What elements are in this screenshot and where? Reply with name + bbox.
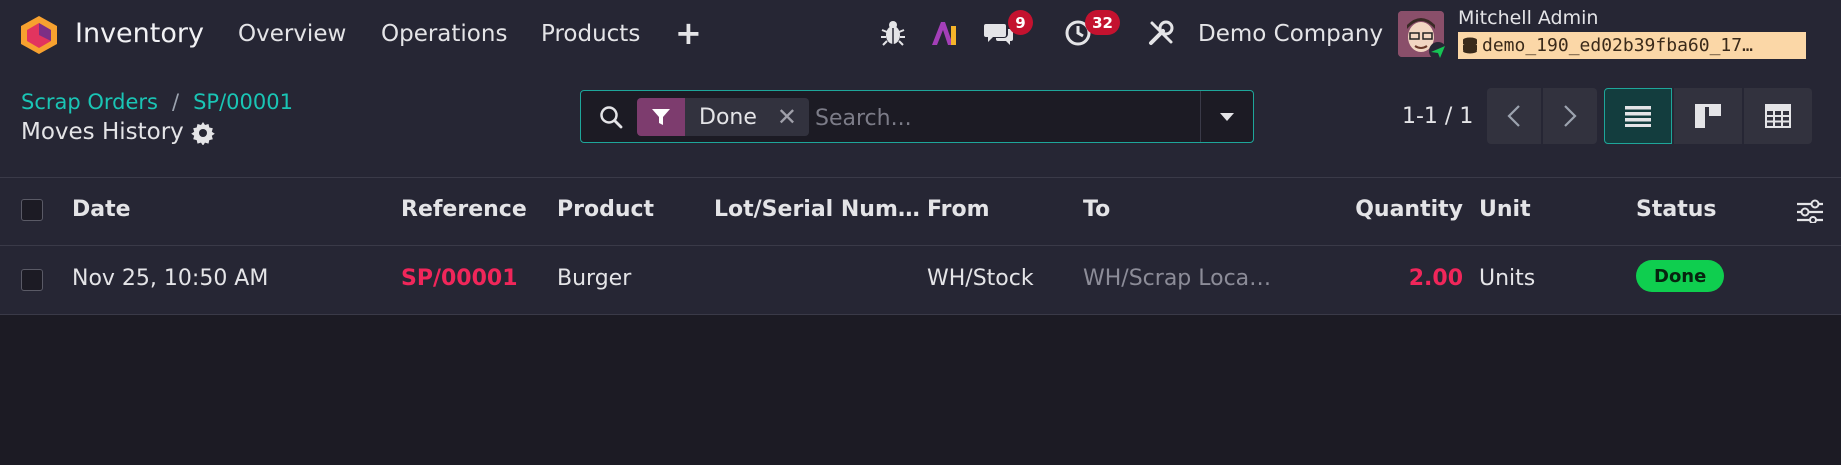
- facet-value: Done: [699, 104, 757, 130]
- row-select-checkbox[interactable]: [21, 269, 43, 291]
- breadcrumb: Scrap Orders / SP/00001: [21, 90, 293, 114]
- cell-date: Nov 25, 10:50 AM: [72, 266, 269, 291]
- pager-previous-button[interactable]: [1487, 88, 1541, 144]
- gear-icon[interactable]: [191, 121, 215, 145]
- breadcrumb-scrap-orders[interactable]: Scrap Orders: [21, 90, 158, 114]
- column-lot-serial[interactable]: Lot/Serial Num…: [714, 197, 920, 222]
- table-header: Date Reference Product Lot/Serial Num… F…: [0, 178, 1841, 246]
- select-all-checkbox[interactable]: [21, 199, 43, 221]
- settings-tools-icon[interactable]: [1146, 18, 1176, 48]
- top-navbar: Inventory Overview Operations Products +…: [0, 0, 1841, 68]
- search-options-toggle[interactable]: [1200, 91, 1253, 142]
- company-switcher[interactable]: Demo Company: [1198, 21, 1383, 47]
- control-panel: Scrap Orders / SP/00001 Moves History Done…: [0, 68, 1841, 178]
- online-status-plane-icon: [1429, 42, 1447, 60]
- pivot-view-button[interactable]: [1744, 88, 1812, 144]
- table-row[interactable]: Nov 25, 10:50 AM SP/00001 Burger WH/Stoc…: [0, 246, 1841, 315]
- filter-icon: [637, 98, 685, 136]
- column-reference[interactable]: Reference: [401, 197, 527, 222]
- list-view-button[interactable]: [1604, 88, 1672, 144]
- kanban-view-icon: [1695, 104, 1721, 128]
- optional-columns-toggle-icon[interactable]: [1797, 199, 1823, 223]
- messages-count-badge: 9: [1008, 10, 1033, 35]
- add-menu-button[interactable]: +: [675, 14, 702, 52]
- ai-assistant-icon[interactable]: [929, 18, 959, 48]
- search-facet-done: Done ✕: [637, 98, 809, 136]
- caret-down-icon: [1220, 112, 1234, 121]
- empty-list-area: [0, 315, 1841, 465]
- status-badge: Done: [1636, 260, 1725, 292]
- column-unit[interactable]: Unit: [1479, 197, 1531, 222]
- column-date[interactable]: Date: [72, 197, 131, 222]
- search-icon[interactable]: [598, 104, 624, 130]
- column-quantity[interactable]: Quantity: [1355, 197, 1463, 222]
- cell-reference[interactable]: SP/00001: [401, 266, 518, 291]
- database-name: demo_190_ed02b39fba60_17…: [1482, 35, 1753, 56]
- search-bar: Done ✕: [580, 90, 1254, 143]
- pivot-table-icon: [1765, 104, 1791, 128]
- cell-to: WH/Scrap Loca…: [1083, 266, 1272, 291]
- list-view-icon: [1625, 106, 1651, 127]
- app-name[interactable]: Inventory: [75, 18, 204, 49]
- breadcrumb-separator: /: [172, 90, 180, 114]
- kanban-view-button[interactable]: [1674, 88, 1742, 144]
- menu-products[interactable]: Products: [541, 21, 640, 47]
- column-product[interactable]: Product: [557, 197, 654, 222]
- chevron-right-icon: [1564, 105, 1577, 127]
- remove-facet-icon[interactable]: ✕: [777, 103, 797, 131]
- pager-next-button[interactable]: [1543, 88, 1597, 144]
- menu-overview[interactable]: Overview: [238, 21, 346, 47]
- inventory-app-logo[interactable]: [20, 15, 58, 55]
- cell-from: WH/Stock: [927, 266, 1034, 291]
- menu-operations[interactable]: Operations: [381, 21, 507, 47]
- column-from[interactable]: From: [927, 197, 990, 222]
- cell-product: Burger: [557, 266, 632, 291]
- column-to[interactable]: To: [1083, 197, 1110, 222]
- pager-value[interactable]: 1-1 / 1: [1402, 104, 1473, 129]
- database-tag: demo_190_ed02b39fba60_17…: [1458, 32, 1806, 59]
- chevron-left-icon: [1507, 105, 1520, 127]
- database-icon: [1463, 37, 1477, 53]
- activities-count-badge: 32: [1085, 10, 1120, 35]
- column-status[interactable]: Status: [1636, 197, 1716, 222]
- cell-quantity: 2.00: [1408, 266, 1463, 291]
- user-name[interactable]: Mitchell Admin: [1458, 7, 1598, 29]
- search-input[interactable]: [813, 99, 1197, 137]
- page-title: Moves History: [21, 119, 184, 145]
- bug-icon[interactable]: [878, 18, 908, 48]
- breadcrumb-sp00001[interactable]: SP/00001: [193, 90, 293, 114]
- cell-unit: Units: [1479, 266, 1536, 291]
